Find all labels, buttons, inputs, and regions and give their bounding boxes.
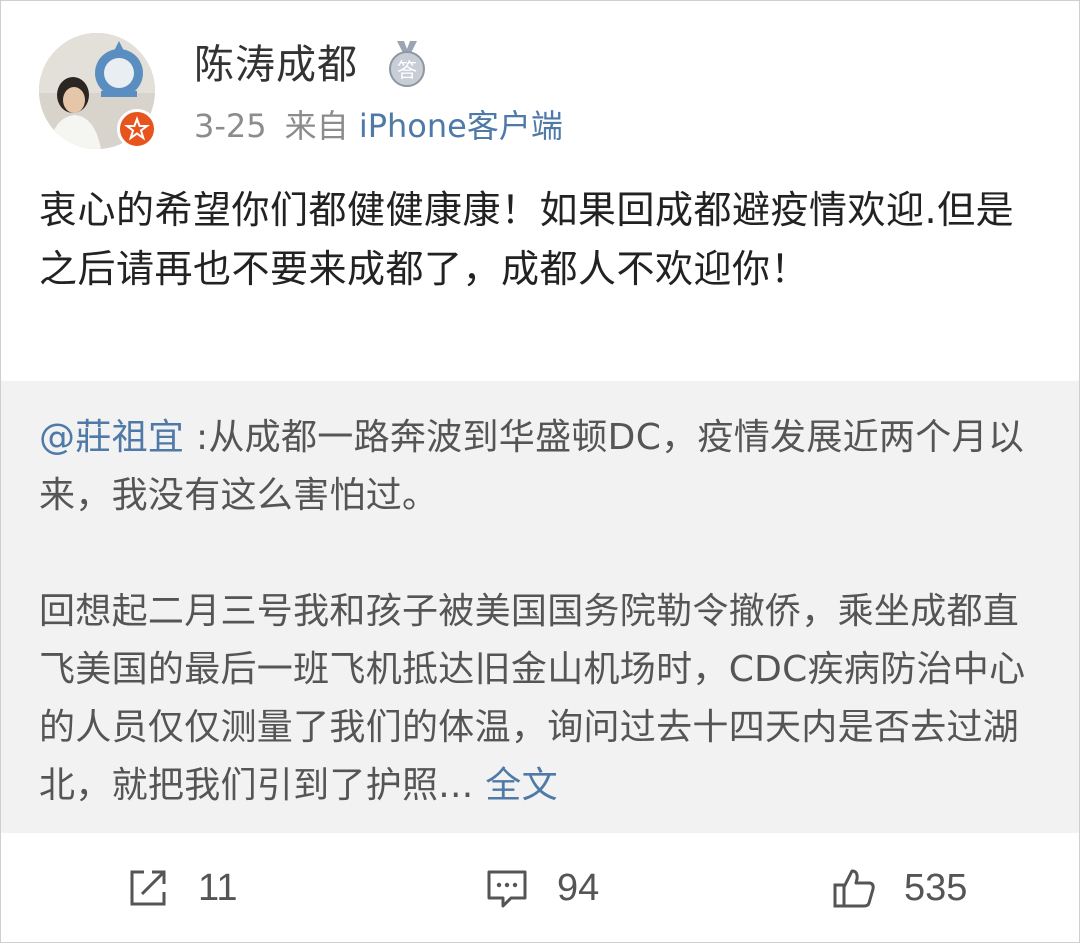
repost-button[interactable]: 11 <box>126 863 237 913</box>
thumbs-up-icon <box>832 866 876 910</box>
comment-icon <box>485 866 529 910</box>
repost-paragraph-1: @莊祖宜 :从成都一路奔波到华盛顿DC，疫情发展近两个月以来，我没有这么害怕过。 <box>39 409 1044 525</box>
repost-paragraph-2: 回想起二月三号我和孩子被美国国务院勒令撤侨，乘坐成都直飞美国的最后一班飞机抵达旧… <box>39 583 1044 815</box>
author-name[interactable]: 陈涛成都 <box>194 39 358 91</box>
post-meta: 3-25 来自 iPhone客户端 <box>194 104 563 148</box>
author-avatar-container[interactable] <box>39 33 157 149</box>
post-date: 3-25 <box>194 107 267 145</box>
reposted-content[interactable]: @莊祖宜 :从成都一路奔波到华盛顿DC，疫情发展近两个月以来，我没有这么害怕过。… <box>1 381 1079 833</box>
verified-star-badge-icon <box>117 109 157 149</box>
action-bar: 11 94 535 <box>1 833 1079 942</box>
comment-button[interactable]: 94 <box>485 863 599 913</box>
source-client-link[interactable]: iPhone客户端 <box>359 107 563 145</box>
like-count: 535 <box>904 866 968 909</box>
comment-count: 94 <box>557 866 600 909</box>
mention-link[interactable]: @莊祖宜 <box>39 417 184 458</box>
medal-label: 答 <box>397 58 417 82</box>
post-text[interactable]: 衷心的希望你们都健健康康！如果回成都避疫情欢迎.但是之后请再也不要来成都了，成都… <box>39 181 1039 299</box>
expand-full-text-link[interactable]: 全文 <box>485 765 558 806</box>
like-button[interactable]: 535 <box>832 863 967 913</box>
weibo-post-card: 陈涛成都 答 3-25 来自 iPhone客户端 衷心的希望你们都健健康康！如果回… <box>0 0 1080 943</box>
medal-answer-icon[interactable]: 答 <box>387 41 427 89</box>
repost-text-1: :从成都一路奔波到华盛顿DC，疫情发展近两个月以来，我没有这么害怕过。 <box>39 417 1025 516</box>
repost-count: 11 <box>198 866 238 909</box>
source-prefix: 来自 <box>284 107 349 145</box>
repost-share-icon <box>126 866 170 910</box>
